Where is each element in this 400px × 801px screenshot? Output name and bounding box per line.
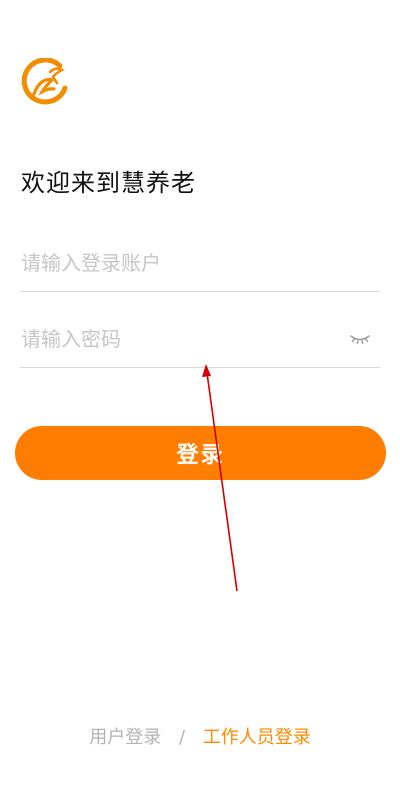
annotation-arrow (202, 364, 238, 592)
account-field (20, 243, 380, 292)
welcome-title: 欢迎来到慧养老 (21, 169, 196, 197)
login-type-separator: / (178, 727, 186, 748)
password-input[interactable] (20, 319, 341, 359)
account-input[interactable] (20, 243, 341, 283)
brand-logo-icon (21, 58, 68, 105)
password-field (20, 319, 380, 368)
login-type-switch: 用户登录 / 工作人员登录 (0, 724, 400, 752)
user-login-link[interactable]: 用户登录 (89, 727, 161, 748)
login-button[interactable]: 登录 (15, 426, 386, 480)
staff-login-link[interactable]: 工作人员登录 (203, 727, 311, 748)
eye-closed-icon[interactable] (348, 330, 372, 348)
login-page: 欢迎来到慧养老 登录 用户登录 / 工作人员登录 (0, 0, 400, 801)
